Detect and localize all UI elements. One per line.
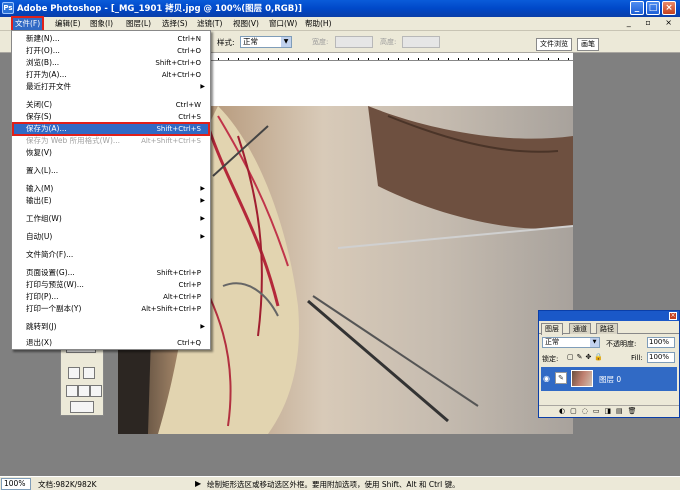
zoom-field[interactable]: 100% xyxy=(1,478,31,490)
lock-icons[interactable]: ▢✎✥🔒 xyxy=(567,353,606,361)
menu-item-exit[interactable]: 退出(X) Ctrl+Q xyxy=(13,337,209,349)
layers-panel-titlebar[interactable]: × xyxy=(539,311,679,321)
layers-panel-tabs: 图层 通道 路径 xyxy=(539,322,679,335)
layers-panel-footer-icons[interactable]: ◐▢◌▭◨▤🗑 xyxy=(539,405,679,417)
brush-icon[interactable]: ✎ xyxy=(555,372,567,384)
menu-item-file-info[interactable]: 文件简介(F)... xyxy=(13,249,209,261)
menu-item-save-for-web[interactable]: 保存为 Web 所用格式(W)... Alt+Shift+Ctrl+S xyxy=(13,135,209,147)
menu-layer[interactable]: 图层(L) xyxy=(124,18,153,30)
jump-to-imageready-icon[interactable] xyxy=(70,401,94,413)
file-browser-tab[interactable]: 文件浏览 xyxy=(536,38,572,51)
chevron-down-icon: ▼ xyxy=(281,37,291,47)
menu-separator xyxy=(14,317,208,318)
menu-bar: 文件(F) 编辑(E) 图象(I) 图层(L) 选择(S) 滤镜(T) 视图(V… xyxy=(0,16,680,32)
menu-filter[interactable]: 滤镜(T) xyxy=(195,18,224,30)
menu-item-export[interactable]: 输出(E) ▶ xyxy=(13,195,209,207)
tool-hint: 绘制矩形选区或移动选区外框。要用附加选项，使用 Shift、Alt 和 Ctrl… xyxy=(207,480,460,489)
document-window-controls[interactable]: _ ▫ × xyxy=(627,18,678,27)
screen-mode-standard-icon[interactable] xyxy=(66,385,78,397)
photoshop-app-icon[interactable]: Ps xyxy=(2,2,14,14)
menu-separator xyxy=(14,95,208,96)
submenu-arrow-icon: ▶ xyxy=(200,83,205,90)
menu-separator xyxy=(14,161,208,162)
menu-item-save[interactable]: 保存(S) Ctrl+S xyxy=(13,111,209,123)
submenu-arrow-icon: ▶ xyxy=(200,185,205,192)
submenu-arrow-icon: ▶ xyxy=(200,215,205,222)
menu-separator xyxy=(14,227,208,228)
menu-item-print-one-copy[interactable]: 打印一个副本(Y) Alt+Shift+Ctrl+P xyxy=(13,303,209,315)
height-field[interactable] xyxy=(402,36,440,48)
maximize-button[interactable]: □ xyxy=(646,1,660,15)
opacity-label: 不透明度: xyxy=(606,340,637,348)
status-bar: 100% 文档:982K/982K ▶ 绘制矩形选区或移动选区外框。要用附加选项… xyxy=(0,476,680,490)
toolbox xyxy=(60,340,104,416)
chevron-down-icon: ▼ xyxy=(590,338,599,347)
width-label: 宽度: xyxy=(312,38,329,46)
tab-paths[interactable]: 路径 xyxy=(596,323,618,334)
submenu-arrow-icon: ▶ xyxy=(200,197,205,204)
window-title: Adobe Photoshop - [_MG_1901 拷贝.jpg @ 100… xyxy=(17,4,302,14)
blend-mode-select[interactable]: 正常 ▼ xyxy=(542,337,600,348)
menu-select[interactable]: 选择(S) xyxy=(160,18,190,30)
layer-name: 图层 0 xyxy=(599,375,622,384)
style-label: 样式: xyxy=(217,38,235,47)
menu-item-open-as[interactable]: 打开为(A)... Alt+Ctrl+O xyxy=(13,69,209,81)
close-button[interactable]: × xyxy=(662,1,676,15)
lock-label: 锁定: xyxy=(542,355,559,363)
menu-item-automate[interactable]: 自动(U) ▶ xyxy=(13,231,209,243)
menu-item-close[interactable]: 关闭(C) Ctrl+W xyxy=(13,99,209,111)
close-icon[interactable]: × xyxy=(669,312,677,320)
minimize-button[interactable]: _ xyxy=(630,1,644,15)
menu-item-jump-to[interactable]: 跳转到(J) ▶ xyxy=(13,321,209,333)
screen-mode-full-menu-icon[interactable] xyxy=(78,385,90,397)
submenu-arrow-icon: ▶ xyxy=(200,323,205,330)
eye-icon[interactable]: ◉ xyxy=(543,374,550,383)
fill-label: Fill: xyxy=(631,354,643,362)
document-size[interactable]: 文档:982K/982K xyxy=(38,479,97,490)
play-arrow-icon[interactable]: ▶ xyxy=(195,479,201,488)
menu-item-print[interactable]: 打印(P)... Alt+Ctrl+P xyxy=(13,291,209,303)
height-label: 高度: xyxy=(380,38,397,46)
menu-item-import[interactable]: 输入(M) ▶ xyxy=(13,183,209,195)
menu-item-browse[interactable]: 浏览(B)... Shift+Ctrl+O xyxy=(13,57,209,69)
menu-item-open-recent[interactable]: 最近打开文件 ▶ xyxy=(13,81,209,93)
menu-edit[interactable]: 编辑(E) xyxy=(53,18,83,30)
layer-row[interactable]: ◉ ✎ 图层 0 xyxy=(541,367,677,391)
menu-separator xyxy=(14,263,208,264)
menu-separator xyxy=(14,209,208,210)
menu-image[interactable]: 图象(I) xyxy=(88,18,115,30)
menu-item-new[interactable]: 新建(N)... Ctrl+N xyxy=(13,33,209,45)
style-select[interactable]: 正常 ▼ xyxy=(240,36,292,48)
menu-window[interactable]: 窗口(W) xyxy=(267,18,299,30)
title-bar: Ps Adobe Photoshop - [_MG_1901 拷贝.jpg @ … xyxy=(0,0,680,17)
menu-item-open[interactable]: 打开(O)... Ctrl+O xyxy=(13,45,209,57)
file-menu-dropdown: 新建(N)... Ctrl+N 打开(O)... Ctrl+O 浏览(B)... Sh… xyxy=(11,30,211,350)
width-field[interactable] xyxy=(335,36,373,48)
opacity-field[interactable]: 100% xyxy=(647,337,675,348)
layers-panel: × 图层 通道 路径 正常 ▼ 不透明度: 100% 锁定: ▢✎✥🔒 Fill… xyxy=(538,310,680,418)
menu-separator xyxy=(14,335,208,336)
menu-separator xyxy=(14,179,208,180)
menu-item-place[interactable]: 置入(L)... xyxy=(13,165,209,177)
menu-item-save-as[interactable]: 保存为(A)... Shift+Ctrl+S xyxy=(12,122,210,136)
style-value: 正常 xyxy=(243,37,258,46)
submenu-arrow-icon: ▶ xyxy=(200,233,205,240)
blend-mode-value: 正常 xyxy=(545,338,559,346)
menu-help[interactable]: 帮助(H) xyxy=(303,18,334,30)
tab-layers[interactable]: 图层 xyxy=(541,323,563,335)
menu-item-print-preview[interactable]: 打印与预览(W)... Ctrl+P xyxy=(13,279,209,291)
menu-item-page-setup[interactable]: 页面设置(G)... Shift+Ctrl+P xyxy=(13,267,209,279)
menu-view[interactable]: 视图(V) xyxy=(231,18,261,30)
fill-field[interactable]: 100% xyxy=(647,352,675,363)
quick-mask-icon[interactable] xyxy=(83,367,95,379)
menu-file[interactable]: 文件(F) xyxy=(10,16,45,32)
screen-mode-full-icon[interactable] xyxy=(90,385,102,397)
layer-thumbnail xyxy=(571,370,593,387)
menu-separator xyxy=(14,245,208,246)
tab-channels[interactable]: 通道 xyxy=(569,323,591,334)
menu-item-workgroup[interactable]: 工作组(W) ▶ xyxy=(13,213,209,225)
menu-item-revert[interactable]: 恢复(V) xyxy=(13,147,209,159)
brushes-tab[interactable]: 画笔 xyxy=(577,38,599,51)
standard-mode-icon[interactable] xyxy=(68,367,80,379)
